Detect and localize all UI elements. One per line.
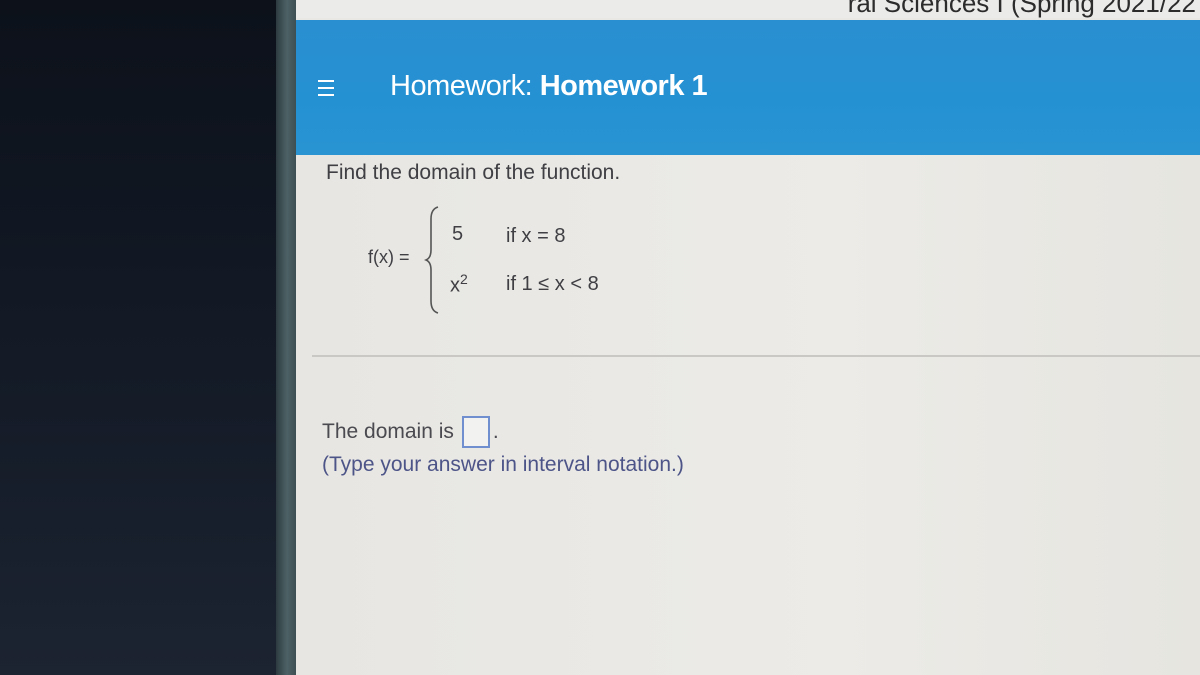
homework-title-prefix: Homework: bbox=[390, 70, 533, 102]
course-title-bar: ral Sciences I (Spring 2021/22 bbox=[296, 0, 1200, 18]
question-prompt: Find the domain of the function. bbox=[326, 161, 621, 184]
monitor-bezel bbox=[0, 0, 300, 675]
homework-title: Homework: Homework 1 bbox=[390, 70, 708, 103]
piecewise-brace-icon bbox=[424, 206, 439, 314]
case-2-condition: if 1 ≤ x < 8 bbox=[506, 273, 599, 295]
case-2-value: x2 bbox=[450, 271, 468, 297]
answer-prefix: The domain is bbox=[322, 420, 454, 443]
answer-hint: (Type your answer in interval notation.) bbox=[322, 453, 684, 476]
monitor-bezel-edge bbox=[276, 0, 298, 675]
answer-line: The domain is . bbox=[322, 416, 499, 448]
homework-header: Homework: Homework 1 bbox=[296, 20, 1200, 155]
course-title: ral Sciences I (Spring 2021/22 bbox=[847, 0, 1196, 18]
hamburger-menu-icon[interactable] bbox=[318, 80, 334, 96]
screen: ral Sciences I (Spring 2021/22 Homework:… bbox=[296, 0, 1200, 675]
function-label: f(x) = bbox=[368, 247, 410, 267]
case-1-value: 5 bbox=[452, 223, 464, 245]
answer-suffix: . bbox=[492, 420, 499, 443]
question-content: Find the domain of the function. f(x) = … bbox=[296, 155, 1200, 675]
case-2-exponent: 2 bbox=[460, 271, 468, 287]
domain-answer-input[interactable] bbox=[461, 416, 490, 448]
case-1-condition: if x = 8 bbox=[506, 225, 566, 247]
section-divider bbox=[312, 355, 1200, 357]
homework-title-name: Homework 1 bbox=[539, 70, 708, 102]
